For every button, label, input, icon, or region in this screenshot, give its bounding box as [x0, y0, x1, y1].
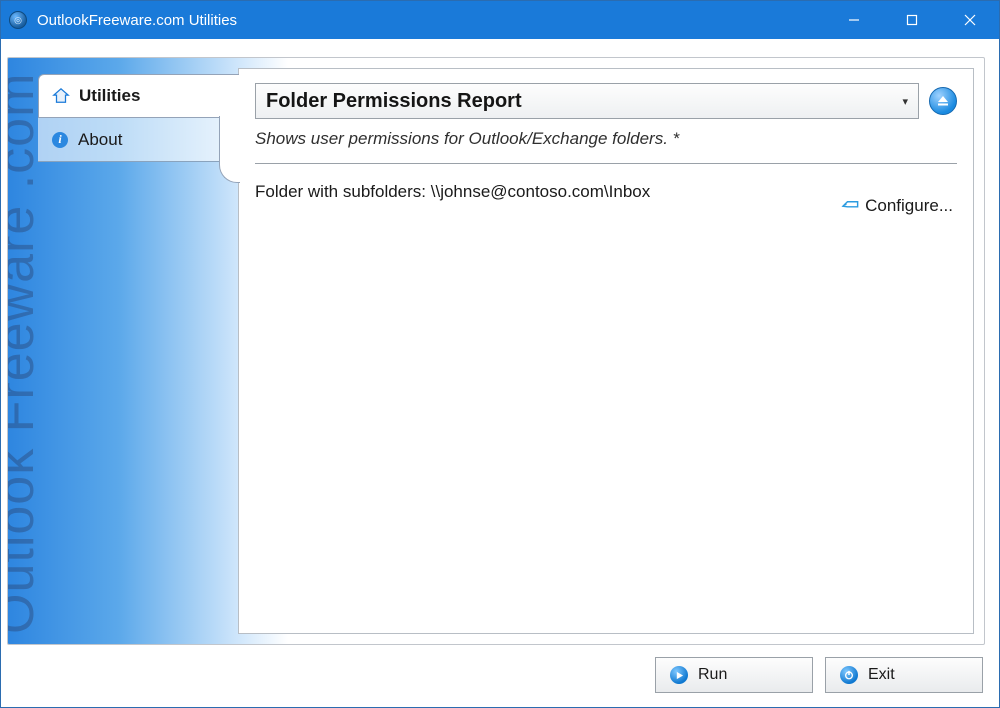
- play-icon: [670, 666, 688, 684]
- app-icon: [9, 11, 27, 29]
- exit-button[interactable]: Exit: [825, 657, 983, 693]
- exit-label: Exit: [868, 666, 895, 684]
- client-area: Outlook Freeware .com Utilities i About: [1, 39, 999, 707]
- report-header: Folder Permissions Report ▾: [255, 83, 957, 119]
- sidebar: Utilities i About: [8, 68, 238, 634]
- tab-label: About: [78, 130, 122, 150]
- home-icon: [51, 86, 71, 106]
- report-title: Folder Permissions Report: [266, 90, 522, 113]
- folder-row: Folder with subfolders: \\johnse@contoso…: [255, 182, 957, 219]
- divider: [255, 163, 957, 164]
- window-title: OutlookFreeware.com Utilities: [37, 12, 237, 29]
- configure-label: Configure...: [865, 196, 953, 216]
- minimize-button[interactable]: [825, 1, 883, 39]
- report-description: Shows user permissions for Outlook/Excha…: [255, 129, 957, 149]
- tab-label: Utilities: [79, 86, 140, 106]
- close-button[interactable]: [941, 1, 999, 39]
- eject-button[interactable]: [929, 87, 957, 115]
- configure-button[interactable]: Configure...: [837, 192, 957, 219]
- run-button[interactable]: Run: [655, 657, 813, 693]
- tab-utilities[interactable]: Utilities: [38, 74, 239, 118]
- power-icon: [840, 666, 858, 684]
- bottom-bar: Run Exit: [7, 645, 985, 699]
- tag-icon: [841, 194, 859, 217]
- folder-path-text: Folder with subfolders: \\johnse@contoso…: [255, 182, 650, 202]
- outer-frame: Outlook Freeware .com Utilities i About: [7, 57, 985, 645]
- tab-about[interactable]: i About: [38, 118, 238, 162]
- main-panel: Folder Permissions Report ▾ Shows user p…: [238, 68, 974, 634]
- app-window: OutlookFreeware.com Utilities Outlook Fr…: [0, 0, 1000, 708]
- run-label: Run: [698, 666, 727, 684]
- report-select[interactable]: Folder Permissions Report ▾: [255, 83, 919, 119]
- maximize-button[interactable]: [883, 1, 941, 39]
- chevron-down-icon: ▾: [902, 95, 908, 108]
- info-icon: i: [50, 130, 70, 150]
- titlebar[interactable]: OutlookFreeware.com Utilities: [1, 1, 999, 39]
